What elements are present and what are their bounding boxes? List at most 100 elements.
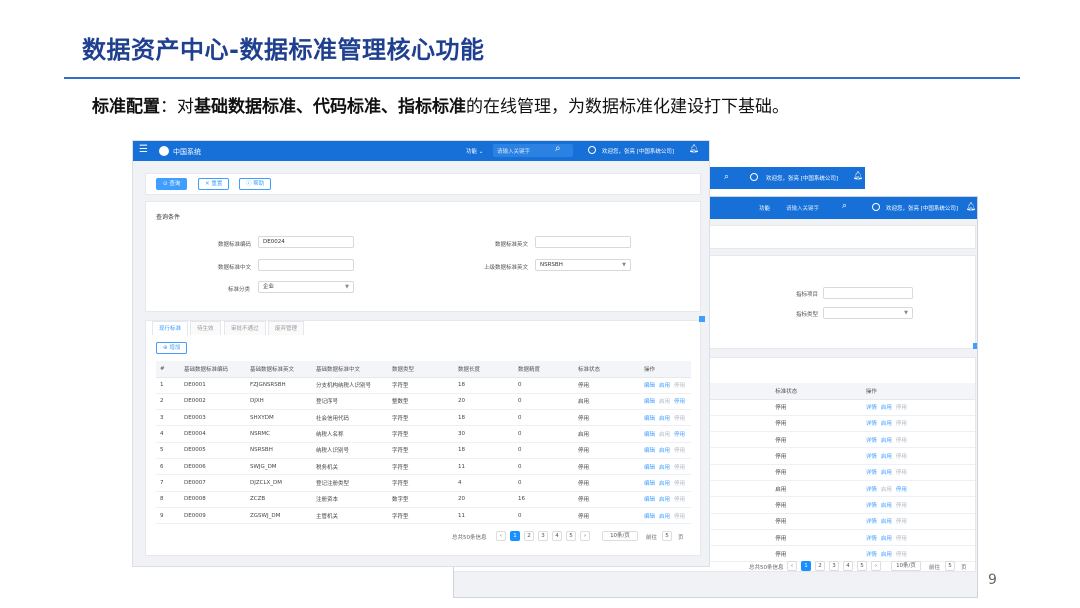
enable-link[interactable]: 启用: [659, 448, 670, 454]
detail-link[interactable]: 详情: [866, 552, 877, 558]
en-input[interactable]: [535, 236, 631, 248]
enable-link[interactable]: 启用: [659, 432, 670, 438]
disable-link[interactable]: 停用: [674, 399, 685, 405]
edit-link[interactable]: 编辑: [644, 432, 655, 438]
detail-link[interactable]: 详情: [866, 470, 877, 476]
page-button[interactable]: 2: [815, 561, 825, 571]
disable-link[interactable]: 停用: [896, 421, 907, 427]
enable-link[interactable]: 启用: [659, 481, 670, 487]
detail-link[interactable]: 详情: [866, 405, 877, 411]
disable-link[interactable]: 停用: [896, 487, 907, 493]
enable-link[interactable]: 启用: [659, 383, 670, 389]
disable-link[interactable]: 停用: [674, 416, 685, 422]
parent-select[interactable]: NSRSBH ▼: [535, 259, 631, 271]
global-search-input[interactable]: 请输入关键字: [493, 144, 573, 157]
detail-link[interactable]: 详情: [866, 487, 877, 493]
back-nav-func[interactable]: 功能: [759, 204, 770, 212]
search-icon[interactable]: ⌕: [724, 172, 729, 182]
page-button[interactable]: 3: [829, 561, 839, 571]
nav-func[interactable]: 功能 ⌄: [466, 147, 483, 155]
enable-link[interactable]: 启用: [881, 438, 892, 444]
category-select[interactable]: 企业 ▼: [258, 281, 354, 293]
disable-link[interactable]: 停用: [896, 519, 907, 525]
disable-link[interactable]: 停用: [674, 383, 685, 389]
tab-abandoned[interactable]: 废弃管理: [268, 321, 305, 335]
bell-icon[interactable]: 🔔︎: [853, 171, 863, 180]
page-button[interactable]: 3: [538, 531, 548, 541]
indicator-input[interactable]: [823, 287, 913, 299]
disable-link[interactable]: 停用: [674, 465, 685, 471]
disable-link[interactable]: 停用: [896, 503, 907, 509]
page-button[interactable]: 1: [801, 561, 811, 571]
enable-link[interactable]: 启用: [881, 536, 892, 542]
edit-link[interactable]: 编辑: [644, 416, 655, 422]
menu-icon[interactable]: ☰: [139, 144, 148, 155]
search-icon[interactable]: ⌕: [555, 143, 561, 154]
side-handle[interactable]: [699, 316, 705, 322]
search-icon[interactable]: ⌕: [842, 201, 847, 211]
add-button[interactable]: ⊕ 增加: [156, 342, 188, 354]
edit-link[interactable]: 编辑: [644, 399, 655, 405]
back-search-input[interactable]: 请输入关键字: [786, 204, 819, 212]
disable-link[interactable]: 停用: [674, 497, 685, 503]
page-button[interactable]: 5: [566, 531, 576, 541]
page-button[interactable]: 5: [857, 561, 867, 571]
page-button[interactable]: 4: [843, 561, 853, 571]
edit-link[interactable]: 编辑: [644, 497, 655, 503]
enable-link[interactable]: 启用: [881, 405, 892, 411]
disable-link[interactable]: 停用: [896, 536, 907, 542]
edit-link[interactable]: 编辑: [644, 481, 655, 487]
disable-link[interactable]: 停用: [896, 438, 907, 444]
detail-link[interactable]: 详情: [866, 536, 877, 542]
enable-link[interactable]: 启用: [659, 514, 670, 520]
enable-link[interactable]: 启用: [659, 465, 670, 471]
disable-link[interactable]: 停用: [674, 432, 685, 438]
detail-link[interactable]: 详情: [866, 421, 877, 427]
edit-link[interactable]: 编辑: [644, 465, 655, 471]
enable-link[interactable]: 启用: [881, 552, 892, 558]
disable-link[interactable]: 停用: [674, 448, 685, 454]
cn-input[interactable]: [258, 259, 354, 271]
enable-link[interactable]: 启用: [659, 416, 670, 422]
detail-link[interactable]: 详情: [866, 454, 877, 460]
pager-prev[interactable]: ‹: [496, 531, 506, 541]
enable-link[interactable]: 启用: [659, 399, 670, 405]
enable-link[interactable]: 启用: [881, 487, 892, 493]
pager-next[interactable]: ›: [871, 561, 881, 571]
indicator-type-select[interactable]: ▼: [823, 307, 913, 319]
disable-link[interactable]: 停用: [896, 405, 907, 411]
detail-link[interactable]: 详情: [866, 519, 877, 525]
edit-link[interactable]: 编辑: [644, 448, 655, 454]
bell-icon[interactable]: 🔔︎: [966, 202, 976, 211]
disable-link[interactable]: 停用: [674, 514, 685, 520]
page-button[interactable]: 4: [552, 531, 562, 541]
enable-link[interactable]: 启用: [881, 503, 892, 509]
enable-link[interactable]: 启用: [659, 497, 670, 503]
enable-link[interactable]: 启用: [881, 470, 892, 476]
pager-next[interactable]: ›: [580, 531, 590, 541]
detail-link[interactable]: 详情: [866, 503, 877, 509]
help-button[interactable]: ⓘ 帮助: [239, 178, 272, 190]
page-button[interactable]: 2: [524, 531, 534, 541]
pager-jump-input[interactable]: 5: [945, 561, 955, 571]
page-size-select[interactable]: 10条/页: [602, 531, 638, 541]
enable-link[interactable]: 启用: [881, 519, 892, 525]
page-size-select[interactable]: 10条/页: [891, 561, 921, 571]
disable-link[interactable]: 停用: [896, 552, 907, 558]
enable-link[interactable]: 启用: [881, 421, 892, 427]
tab-rejected[interactable]: 审批不通过: [224, 321, 266, 335]
pager-jump-input[interactable]: 5: [662, 531, 672, 541]
bell-icon[interactable]: 🔔︎: [689, 144, 699, 153]
tab-pending[interactable]: 待生效: [190, 321, 221, 335]
edit-link[interactable]: 编辑: [644, 514, 655, 520]
tab-current[interactable]: 现行标准: [152, 321, 189, 335]
page-button[interactable]: 1: [510, 531, 520, 541]
code-input[interactable]: DE0024: [258, 236, 354, 248]
edit-link[interactable]: 编辑: [644, 383, 655, 389]
enable-link[interactable]: 启用: [881, 454, 892, 460]
disable-link[interactable]: 停用: [896, 470, 907, 476]
reset-button[interactable]: ✕ 重置: [198, 178, 230, 190]
disable-link[interactable]: 停用: [896, 454, 907, 460]
query-button[interactable]: ⊙ 查询: [156, 178, 188, 190]
detail-link[interactable]: 详情: [866, 438, 877, 444]
